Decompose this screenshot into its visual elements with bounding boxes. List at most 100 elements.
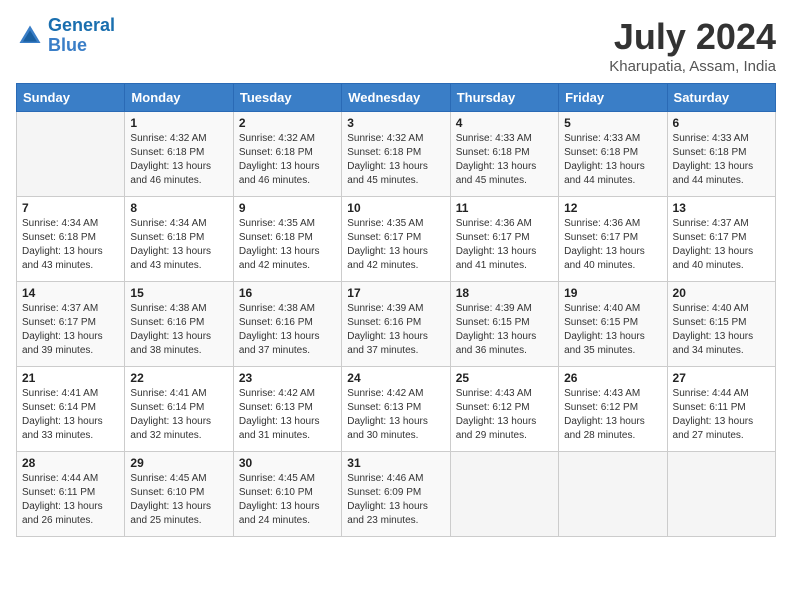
day-detail: Sunrise: 4:35 AMSunset: 6:17 PMDaylight:… xyxy=(347,217,444,273)
calendar-cell: 11 Sunrise: 4:36 AMSunset: 6:17 PMDaylig… xyxy=(450,197,558,282)
day-number: 8 xyxy=(130,201,227,215)
calendar-cell: 20 Sunrise: 4:40 AMSunset: 6:15 PMDaylig… xyxy=(667,282,775,367)
day-number: 21 xyxy=(22,371,119,385)
calendar-cell xyxy=(667,452,775,537)
day-detail: Sunrise: 4:44 AMSunset: 6:11 PMDaylight:… xyxy=(673,387,770,443)
day-number: 31 xyxy=(347,456,444,470)
calendar-cell xyxy=(559,452,667,537)
day-number: 12 xyxy=(564,201,661,215)
col-thursday: Thursday xyxy=(450,84,558,112)
logo: General Blue xyxy=(16,16,115,56)
calendar-cell: 21 Sunrise: 4:41 AMSunset: 6:14 PMDaylig… xyxy=(17,367,125,452)
calendar-week-row: 21 Sunrise: 4:41 AMSunset: 6:14 PMDaylig… xyxy=(17,367,776,452)
day-detail: Sunrise: 4:42 AMSunset: 6:13 PMDaylight:… xyxy=(239,387,336,443)
day-number: 24 xyxy=(347,371,444,385)
day-number: 3 xyxy=(347,116,444,130)
day-number: 30 xyxy=(239,456,336,470)
day-detail: Sunrise: 4:33 AMSunset: 6:18 PMDaylight:… xyxy=(456,132,553,188)
calendar-cell: 28 Sunrise: 4:44 AMSunset: 6:11 PMDaylig… xyxy=(17,452,125,537)
day-number: 7 xyxy=(22,201,119,215)
day-detail: Sunrise: 4:43 AMSunset: 6:12 PMDaylight:… xyxy=(456,387,553,443)
day-detail: Sunrise: 4:41 AMSunset: 6:14 PMDaylight:… xyxy=(130,387,227,443)
col-wednesday: Wednesday xyxy=(342,84,450,112)
location-title: Kharupatia, Assam, India xyxy=(609,58,776,75)
day-number: 16 xyxy=(239,286,336,300)
calendar-header-row: Sunday Monday Tuesday Wednesday Thursday… xyxy=(17,84,776,112)
calendar-week-row: 1 Sunrise: 4:32 AMSunset: 6:18 PMDayligh… xyxy=(17,112,776,197)
day-number: 1 xyxy=(130,116,227,130)
day-number: 14 xyxy=(22,286,119,300)
title-area: July 2024 Kharupatia, Assam, India xyxy=(609,16,776,75)
day-number: 20 xyxy=(673,286,770,300)
calendar-cell: 29 Sunrise: 4:45 AMSunset: 6:10 PMDaylig… xyxy=(125,452,233,537)
col-friday: Friday xyxy=(559,84,667,112)
calendar-week-row: 7 Sunrise: 4:34 AMSunset: 6:18 PMDayligh… xyxy=(17,197,776,282)
calendar-cell: 17 Sunrise: 4:39 AMSunset: 6:16 PMDaylig… xyxy=(342,282,450,367)
day-detail: Sunrise: 4:32 AMSunset: 6:18 PMDaylight:… xyxy=(347,132,444,188)
calendar-table: Sunday Monday Tuesday Wednesday Thursday… xyxy=(16,83,776,537)
calendar-cell: 23 Sunrise: 4:42 AMSunset: 6:13 PMDaylig… xyxy=(233,367,341,452)
calendar-cell: 19 Sunrise: 4:40 AMSunset: 6:15 PMDaylig… xyxy=(559,282,667,367)
day-number: 26 xyxy=(564,371,661,385)
day-detail: Sunrise: 4:37 AMSunset: 6:17 PMDaylight:… xyxy=(673,217,770,273)
day-number: 19 xyxy=(564,286,661,300)
day-detail: Sunrise: 4:40 AMSunset: 6:15 PMDaylight:… xyxy=(673,302,770,358)
day-detail: Sunrise: 4:33 AMSunset: 6:18 PMDaylight:… xyxy=(673,132,770,188)
day-detail: Sunrise: 4:32 AMSunset: 6:18 PMDaylight:… xyxy=(239,132,336,188)
col-monday: Monday xyxy=(125,84,233,112)
day-detail: Sunrise: 4:38 AMSunset: 6:16 PMDaylight:… xyxy=(239,302,336,358)
calendar-cell: 3 Sunrise: 4:32 AMSunset: 6:18 PMDayligh… xyxy=(342,112,450,197)
day-detail: Sunrise: 4:45 AMSunset: 6:10 PMDaylight:… xyxy=(239,472,336,528)
calendar-cell: 30 Sunrise: 4:45 AMSunset: 6:10 PMDaylig… xyxy=(233,452,341,537)
calendar-cell: 24 Sunrise: 4:42 AMSunset: 6:13 PMDaylig… xyxy=(342,367,450,452)
calendar-cell: 12 Sunrise: 4:36 AMSunset: 6:17 PMDaylig… xyxy=(559,197,667,282)
day-number: 25 xyxy=(456,371,553,385)
calendar-cell: 7 Sunrise: 4:34 AMSunset: 6:18 PMDayligh… xyxy=(17,197,125,282)
day-number: 23 xyxy=(239,371,336,385)
calendar-cell: 25 Sunrise: 4:43 AMSunset: 6:12 PMDaylig… xyxy=(450,367,558,452)
calendar-cell: 18 Sunrise: 4:39 AMSunset: 6:15 PMDaylig… xyxy=(450,282,558,367)
day-number: 29 xyxy=(130,456,227,470)
day-number: 27 xyxy=(673,371,770,385)
calendar-cell: 14 Sunrise: 4:37 AMSunset: 6:17 PMDaylig… xyxy=(17,282,125,367)
day-detail: Sunrise: 4:32 AMSunset: 6:18 PMDaylight:… xyxy=(130,132,227,188)
col-tuesday: Tuesday xyxy=(233,84,341,112)
day-detail: Sunrise: 4:44 AMSunset: 6:11 PMDaylight:… xyxy=(22,472,119,528)
day-number: 2 xyxy=(239,116,336,130)
day-detail: Sunrise: 4:39 AMSunset: 6:15 PMDaylight:… xyxy=(456,302,553,358)
calendar-cell: 2 Sunrise: 4:32 AMSunset: 6:18 PMDayligh… xyxy=(233,112,341,197)
header: General Blue July 2024 Kharupatia, Assam… xyxy=(16,16,776,75)
calendar-cell: 1 Sunrise: 4:32 AMSunset: 6:18 PMDayligh… xyxy=(125,112,233,197)
day-number: 11 xyxy=(456,201,553,215)
calendar-cell: 15 Sunrise: 4:38 AMSunset: 6:16 PMDaylig… xyxy=(125,282,233,367)
day-number: 4 xyxy=(456,116,553,130)
day-detail: Sunrise: 4:34 AMSunset: 6:18 PMDaylight:… xyxy=(22,217,119,273)
month-title: July 2024 xyxy=(609,16,776,58)
calendar-cell: 31 Sunrise: 4:46 AMSunset: 6:09 PMDaylig… xyxy=(342,452,450,537)
calendar-cell xyxy=(450,452,558,537)
day-detail: Sunrise: 4:35 AMSunset: 6:18 PMDaylight:… xyxy=(239,217,336,273)
calendar-cell: 26 Sunrise: 4:43 AMSunset: 6:12 PMDaylig… xyxy=(559,367,667,452)
day-detail: Sunrise: 4:33 AMSunset: 6:18 PMDaylight:… xyxy=(564,132,661,188)
day-detail: Sunrise: 4:46 AMSunset: 6:09 PMDaylight:… xyxy=(347,472,444,528)
calendar-cell: 4 Sunrise: 4:33 AMSunset: 6:18 PMDayligh… xyxy=(450,112,558,197)
col-saturday: Saturday xyxy=(667,84,775,112)
day-detail: Sunrise: 4:36 AMSunset: 6:17 PMDaylight:… xyxy=(456,217,553,273)
day-number: 10 xyxy=(347,201,444,215)
calendar-cell: 10 Sunrise: 4:35 AMSunset: 6:17 PMDaylig… xyxy=(342,197,450,282)
logo-text: General Blue xyxy=(48,16,115,56)
day-detail: Sunrise: 4:37 AMSunset: 6:17 PMDaylight:… xyxy=(22,302,119,358)
calendar-cell xyxy=(17,112,125,197)
calendar-cell: 27 Sunrise: 4:44 AMSunset: 6:11 PMDaylig… xyxy=(667,367,775,452)
calendar-week-row: 14 Sunrise: 4:37 AMSunset: 6:17 PMDaylig… xyxy=(17,282,776,367)
day-detail: Sunrise: 4:34 AMSunset: 6:18 PMDaylight:… xyxy=(130,217,227,273)
day-detail: Sunrise: 4:45 AMSunset: 6:10 PMDaylight:… xyxy=(130,472,227,528)
day-number: 9 xyxy=(239,201,336,215)
day-detail: Sunrise: 4:40 AMSunset: 6:15 PMDaylight:… xyxy=(564,302,661,358)
calendar-week-row: 28 Sunrise: 4:44 AMSunset: 6:11 PMDaylig… xyxy=(17,452,776,537)
calendar-cell: 9 Sunrise: 4:35 AMSunset: 6:18 PMDayligh… xyxy=(233,197,341,282)
day-number: 18 xyxy=(456,286,553,300)
day-detail: Sunrise: 4:41 AMSunset: 6:14 PMDaylight:… xyxy=(22,387,119,443)
day-detail: Sunrise: 4:38 AMSunset: 6:16 PMDaylight:… xyxy=(130,302,227,358)
logo-icon xyxy=(16,22,44,50)
